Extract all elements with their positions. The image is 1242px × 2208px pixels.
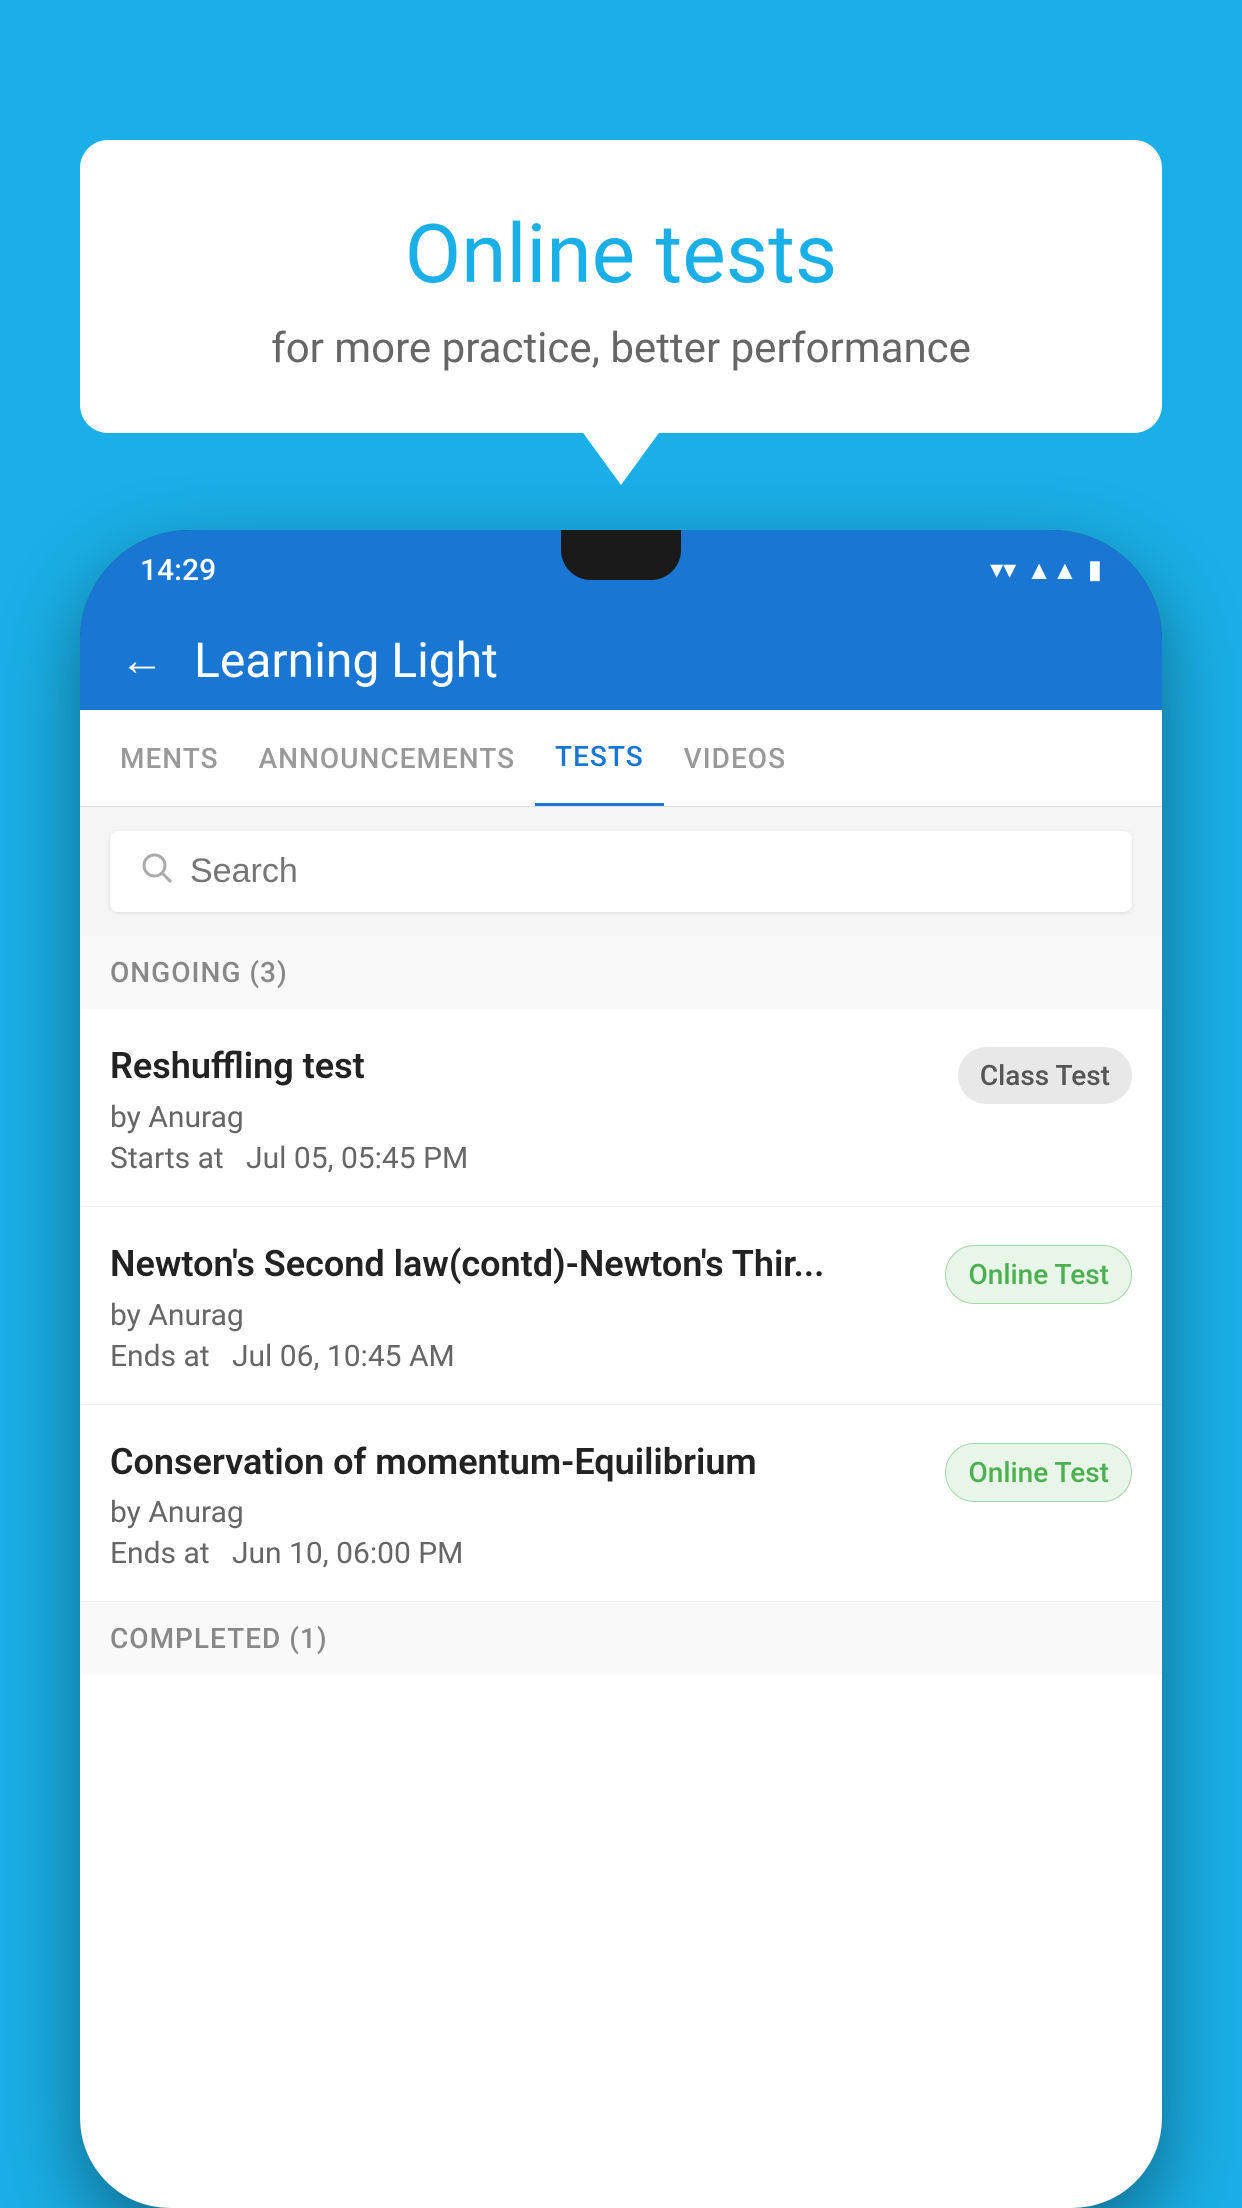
status-bar: 14:29 ▾▾ ▲▲ ▮ [80,530,1162,610]
test-name-1: Reshuffling test [110,1043,938,1090]
search-input[interactable] [190,852,1104,891]
test-time-value-3: Jun 10, 06:00 PM [232,1536,463,1571]
test-time-1: Starts at Jul 05, 05:45 PM [110,1141,938,1176]
speech-bubble-subtitle: for more practice, better performance [140,324,1102,373]
test-badge-2: Online Test [945,1245,1132,1304]
tabs-container: MENTS ANNOUNCEMENTS TESTS VIDEOS [80,710,1162,807]
search-icon [138,849,174,894]
test-time-label-2: Ends at [110,1339,210,1374]
test-item-2[interactable]: Newton's Second law(contd)-Newton's Thir… [80,1207,1162,1405]
test-author-1: by Anurag [110,1100,938,1135]
tab-ments[interactable]: MENTS [100,712,239,805]
tab-videos[interactable]: VIDEOS [664,712,806,805]
signal-icon: ▲▲ [1026,555,1077,586]
search-box[interactable] [110,831,1132,912]
speech-bubble-container: Online tests for more practice, better p… [80,140,1162,433]
test-name-3: Conservation of momentum-Equilibrium [110,1439,925,1486]
test-time-2: Ends at Jul 06, 10:45 AM [110,1339,925,1374]
search-container [80,807,1162,936]
test-badge-3: Online Test [945,1443,1132,1502]
test-badge-1: Class Test [958,1047,1132,1104]
test-time-label-1: Starts at [110,1141,224,1176]
status-time: 14:29 [140,553,216,588]
test-time-3: Ends at Jun 10, 06:00 PM [110,1536,925,1571]
test-item-1[interactable]: Reshuffling test by Anurag Starts at Jul… [80,1009,1162,1207]
test-time-label-3: Ends at [110,1536,210,1571]
speech-bubble-title: Online tests [140,210,1102,300]
test-time-value-1: Jul 05, 05:45 PM [246,1141,468,1176]
test-author-3: by Anurag [110,1495,925,1530]
test-item-3[interactable]: Conservation of momentum-Equilibrium by … [80,1405,1162,1603]
tab-tests[interactable]: TESTS [535,710,664,806]
test-info-3: Conservation of momentum-Equilibrium by … [110,1439,925,1572]
battery-icon: ▮ [1088,555,1102,585]
phone-frame: 14:29 ▾▾ ▲▲ ▮ ← Learning Light MENTS ANN… [80,530,1162,2208]
section-completed-label: COMPLETED (1) [80,1602,1162,1675]
back-button[interactable]: ← [120,634,164,686]
tab-announcements[interactable]: ANNOUNCEMENTS [239,712,535,805]
test-info-2: Newton's Second law(contd)-Newton's Thir… [110,1241,925,1374]
app-header: ← Learning Light [80,610,1162,710]
section-ongoing-label: ONGOING (3) [80,936,1162,1009]
phone-screen: MENTS ANNOUNCEMENTS TESTS VIDEOS ONGOING… [80,710,1162,2208]
app-title: Learning Light [194,632,498,689]
test-info-1: Reshuffling test by Anurag Starts at Jul… [110,1043,938,1176]
test-time-value-2: Jul 06, 10:45 AM [232,1339,455,1374]
status-icons: ▾▾ ▲▲ ▮ [990,555,1102,586]
phone-notch [561,530,681,580]
test-author-2: by Anurag [110,1298,925,1333]
test-name-2: Newton's Second law(contd)-Newton's Thir… [110,1241,925,1288]
speech-bubble: Online tests for more practice, better p… [80,140,1162,433]
wifi-icon: ▾▾ [990,555,1016,585]
